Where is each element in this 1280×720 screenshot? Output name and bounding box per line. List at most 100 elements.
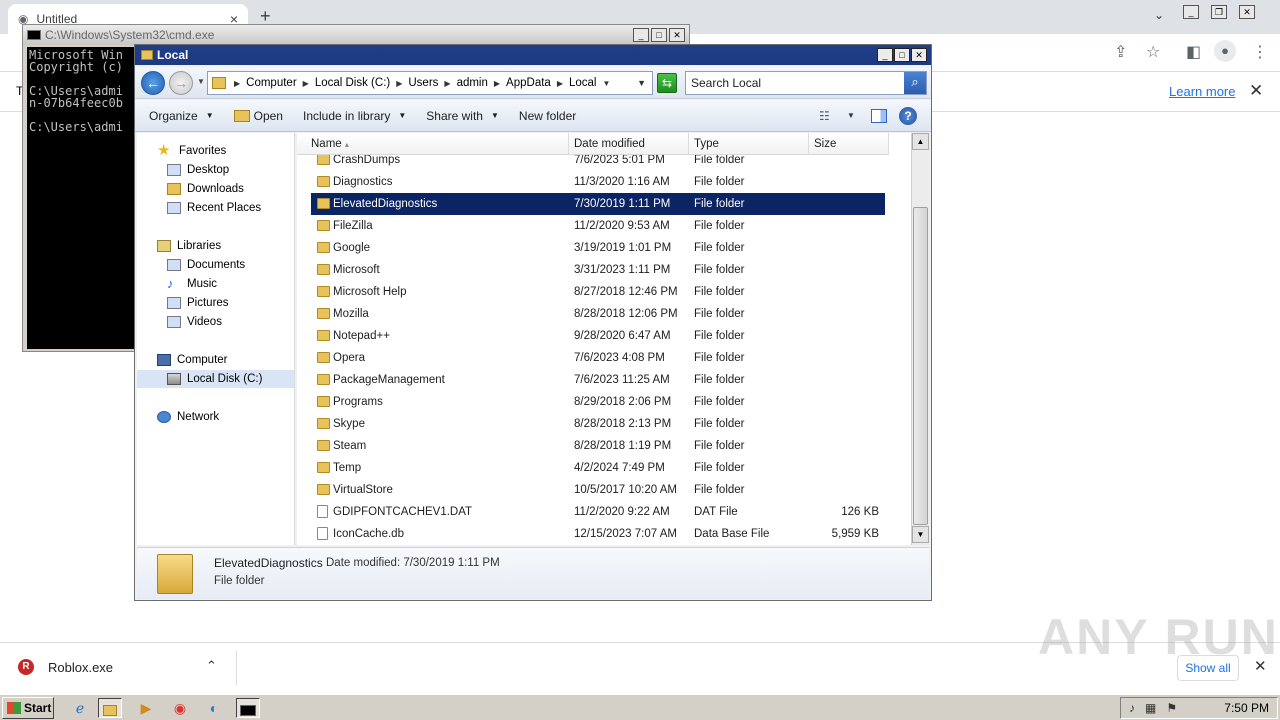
preview-pane-icon[interactable] [871,109,887,123]
breadcrumb-local-disk[interactable]: Local Disk (C:) [315,77,390,89]
internet-explorer-icon[interactable]: ℯ [68,698,92,718]
breadcrumb-separator-icon[interactable]: ▶ [494,79,500,88]
nav-documents[interactable]: Documents [167,256,245,274]
recent-pages-chevron-icon[interactable]: ▼ [197,77,205,86]
include-in-library-button[interactable]: Include in library ▼ [303,109,406,123]
nav-favorites[interactable]: ★ Favorites [157,142,226,160]
scroll-down-arrow-icon[interactable]: ▼ [912,526,929,543]
share-icon[interactable]: ⇪ [1114,42,1127,62]
cmd-minimize-button[interactable]: _ [633,28,649,42]
back-arrow-icon[interactable]: ← [141,71,165,95]
address-bar[interactable]: ▶ Computer ▶ Local Disk (C:) ▶ Users ▶ a… [207,71,653,95]
chevron-up-icon[interactable]: ⌃ [206,658,217,674]
nav-computer[interactable]: Computer [157,351,228,369]
file-row[interactable]: Temp 4/2/2024 7:49 PM File folder [311,457,885,479]
nav-desktop[interactable]: Desktop [167,161,229,179]
media-player-icon[interactable]: ▶ [134,698,158,718]
column-header-date[interactable]: Date modified [569,133,689,155]
breadcrumb-separator-icon[interactable]: ▶ [234,79,240,88]
learn-more-link[interactable]: Learn more [1169,84,1235,99]
file-row[interactable]: Skype 8/28/2018 2:13 PM File folder [311,413,885,435]
nav-pictures[interactable]: Pictures [167,294,229,312]
menu-kebab-icon[interactable]: ⋮ [1252,42,1268,62]
scroll-up-arrow-icon[interactable]: ▲ [912,133,929,150]
organize-button[interactable]: Organize ▼ [149,109,214,123]
file-row[interactable]: Diagnostics 11/3/2020 1:16 AM File folder [311,171,885,193]
file-row[interactable]: Steam 8/28/2018 1:19 PM File folder [311,435,885,457]
clock[interactable]: 7:50 PM [1224,701,1269,715]
window-close-button[interactable]: ✕ [1239,4,1255,19]
file-row[interactable]: Microsoft 3/31/2023 1:11 PM File folder [311,259,885,281]
column-header-name[interactable]: Name ▴ [297,133,569,155]
vertical-scrollbar[interactable]: ▲ ▼ [911,133,929,545]
nav-downloads[interactable]: Downloads [167,180,244,198]
breadcrumb-separator-icon[interactable]: ▶ [396,79,402,88]
column-header-type[interactable]: Type [689,133,809,155]
open-button[interactable]: Open [233,109,283,123]
start-button[interactable]: Start [2,697,54,719]
side-panel-icon[interactable]: ◧ [1186,42,1201,62]
search-icon[interactable]: ⌕ [904,72,926,94]
new-folder-button[interactable]: New folder [519,109,576,123]
search-input[interactable]: Search Local ⌕ [685,71,927,95]
bookmark-star-icon[interactable]: ☆ [1146,42,1160,62]
explorer-taskbar-icon[interactable] [98,698,122,718]
infobar-close-button[interactable]: ✕ [1249,81,1263,101]
file-row[interactable]: PackageManagement 7/6/2023 11:25 AM File f… [311,369,885,391]
explorer-titlebar[interactable]: Local [135,45,931,65]
nav-videos[interactable]: Videos [167,313,222,331]
breadcrumb-users[interactable]: Users [408,77,438,89]
volume-icon[interactable]: ♪ [1129,701,1135,715]
explorer-minimize-button[interactable]: _ [877,48,893,62]
nav-local-disk[interactable]: Local Disk (C:) [137,370,294,388]
file-row[interactable]: Google 3/19/2019 1:01 PM File folder [311,237,885,259]
file-row[interactable]: Programs 8/29/2018 2:06 PM File folder [311,391,885,413]
cmd-maximize-button[interactable]: □ [651,28,667,42]
edge-icon[interactable]: ◐ [202,698,226,718]
help-icon[interactable]: ? [899,107,917,125]
file-row[interactable]: Mozilla 8/28/2018 12:06 PM File folder [311,303,885,325]
explorer-maximize-button[interactable]: □ [894,48,910,62]
views-chevron-icon[interactable]: ▼ [847,111,855,120]
file-row[interactable]: Notepad++ 9/28/2020 6:47 AM File folder [311,325,885,347]
breadcrumb-separator-icon[interactable]: ▼ [602,79,610,88]
nav-music[interactable]: ♪ Music [167,275,217,293]
breadcrumb-separator-icon[interactable]: ▶ [303,79,309,88]
breadcrumb-admin[interactable]: admin [457,77,488,89]
forward-arrow-icon[interactable]: → [169,71,193,95]
window-restore-button[interactable]: ❐ [1211,4,1227,19]
file-row[interactable]: IconCache.db 12/15/2023 7:07 AM Data Base … [311,523,885,545]
address-history-chevron-icon[interactable]: ▼ [637,78,646,88]
cmd-taskbar-icon[interactable] [236,698,260,718]
nav-network[interactable]: Network [157,408,219,426]
action-center-flag-icon[interactable]: ⚑ [1166,701,1177,715]
breadcrumb-separator-icon[interactable]: ▶ [557,79,563,88]
breadcrumb-separator-icon[interactable]: ▶ [444,79,450,88]
window-minimize-button[interactable]: _ [1183,4,1199,19]
column-header-size[interactable]: Size [809,133,889,155]
file-row[interactable]: GDIPFONTCACHEV1.DAT 11/2/2020 9:22 AM DAT … [311,501,885,523]
share-with-button[interactable]: Share with ▼ [426,109,499,123]
nav-libraries[interactable]: Libraries [157,237,221,255]
file-row[interactable]: Opera 7/6/2023 4:08 PM File folder [311,347,885,369]
explorer-window[interactable]: Local _ □ ✕ ← → ▼ ▶ Computer ▶ Local Dis… [134,44,932,601]
explorer-close-button[interactable]: ✕ [911,48,927,62]
chrome-icon[interactable]: ◉ [168,698,192,718]
cmd-titlebar[interactable]: C:\Windows\System32\cmd.exe [23,25,689,45]
file-row[interactable]: VirtualStore 10/5/2017 10:20 AM File folde… [311,479,885,501]
download-item[interactable]: R Roblox.exe [18,659,113,675]
tab-search-chevron-icon[interactable]: ⌄ [1154,8,1164,22]
file-row[interactable]: FileZilla 11/2/2020 9:53 AM File folder [311,215,885,237]
file-row[interactable]: ElevatedDiagnostics 7/30/2019 1:11 PM File… [311,193,885,215]
file-row[interactable]: CrashDumps 7/6/2023 5:01 PM File folder [311,155,885,171]
nav-recent-places[interactable]: Recent Places [167,199,261,217]
breadcrumb-local[interactable]: Local [569,77,597,89]
breadcrumb-appdata[interactable]: AppData [506,77,551,89]
breadcrumb-computer[interactable]: Computer [246,77,297,89]
network-tray-icon[interactable]: ▦ [1145,701,1156,715]
cmd-close-button[interactable]: ✕ [669,28,685,42]
refresh-icon[interactable]: ⇆ [657,73,677,93]
profile-avatar-icon[interactable]: ● [1214,40,1236,62]
file-row[interactable]: Microsoft Help 8/27/2018 12:46 PM File fol… [311,281,885,303]
change-view-icon[interactable]: ☷ [819,109,830,123]
